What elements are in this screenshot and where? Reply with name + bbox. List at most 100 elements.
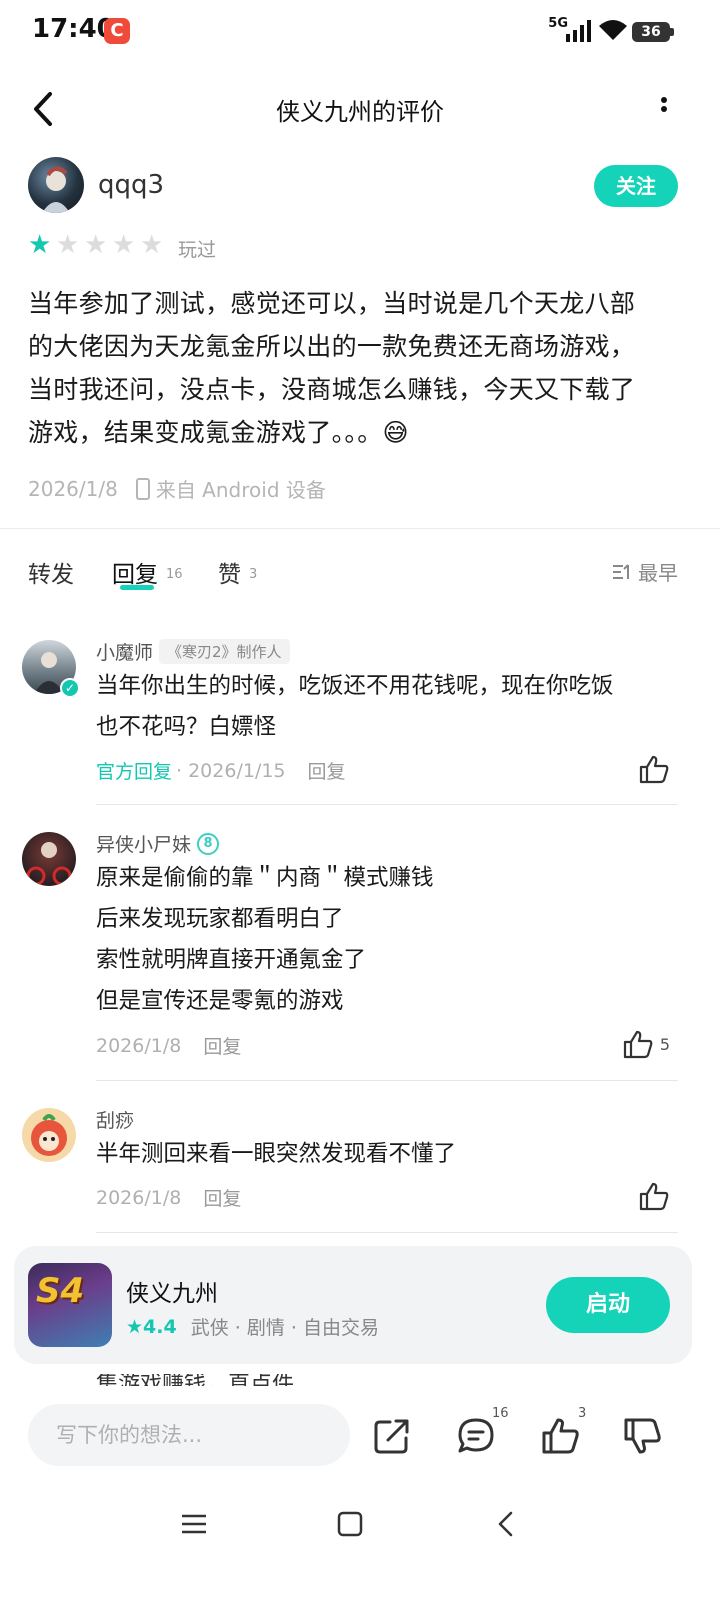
phone-icon (135, 477, 150, 500)
author-avatar[interactable] (28, 157, 84, 213)
comment-meta: 2026/1/8 回复 (96, 1032, 241, 1059)
reply-button[interactable]: 回复 (203, 1184, 241, 1211)
review-line: 的大佬因为天龙氪金所以出的一款免费还无商场游戏， (28, 332, 636, 361)
comment-line: 后来发现玩家都看明白了 (96, 906, 344, 932)
review-line: 当年参加了测试，感觉还可以，当时说是几个天龙八部 (28, 289, 636, 318)
comment-icon[interactable] (456, 1416, 496, 1456)
commenter-name[interactable]: 刮痧 (96, 1106, 134, 1133)
like-count: 5 (659, 1034, 670, 1054)
header: 侠义九州的评价 (0, 72, 720, 146)
battery-tip (670, 28, 674, 36)
like-button[interactable] (638, 1181, 670, 1211)
played-label: 玩过 (178, 239, 217, 261)
divider (96, 1080, 678, 1081)
bottom-action-bar: 写下你的想法... 16 3 (0, 1386, 720, 1486)
tab-like-label: 赞 (218, 562, 241, 588)
commenter-name-row: 异侠小尸妹 8 (96, 830, 220, 857)
game-tags: 武侠 · 剧情 · 自由交易 (190, 1317, 379, 1339)
review-body: 当年参加了测试，感觉还可以，当时说是几个天龙八部 的大佬因为天龙氪金所以出的一款… (28, 282, 688, 454)
sort-label: 最早 (638, 561, 678, 585)
comment-line: 半年测回来看一眼突然发现看不懂了 (96, 1141, 457, 1167)
commenter-name-row: 刮痧 (96, 1106, 134, 1133)
page-title: 侠义九州的评价 (276, 98, 444, 126)
author-name[interactable]: qqq3 (98, 170, 164, 200)
status-bar: 17:40 C 5G 36 (0, 0, 720, 64)
interaction-tabs: 转发 回复 16 赞3 最早 (28, 555, 678, 595)
comment-line: 也不花吗？白嫖怪 (96, 714, 277, 740)
status-time: 17:40 (32, 14, 115, 44)
more-options-icon[interactable] (658, 94, 670, 124)
verified-icon: ✓ (60, 678, 80, 698)
commenter-name-row: 小魔师 《寒刃2》制作人 (96, 638, 290, 665)
system-nav-bar (0, 1490, 720, 1570)
wifi-icon (599, 20, 627, 40)
sort-button[interactable]: 最早 (612, 557, 678, 586)
game-icon[interactable]: S4 (28, 1263, 112, 1347)
comment-body: 当年你出生的时候，吃饭还不用花钱呢，现在你吃饭 也不花吗？白嫖怪 (96, 666, 676, 748)
game-rating: ★4.4 (126, 1315, 177, 1338)
comment-meta: 官方回复 · 2026/1/15 回复 (96, 757, 346, 784)
like-button[interactable]: 5 (622, 1029, 670, 1059)
thumbs-down-icon[interactable] (622, 1416, 662, 1456)
comment-body: 半年测回来看一眼突然发现看不懂了 (96, 1134, 676, 1175)
review-meta: 2026/1/8 来自 Android 设备 (28, 474, 326, 503)
game-info: ★4.4 武侠 · 剧情 · 自由交易 (126, 1313, 379, 1340)
commenter-tag: 《寒刃2》制作人 (159, 639, 290, 664)
tab-like-count: 3 (249, 567, 258, 582)
comment-count: 16 (492, 1406, 509, 1421)
home-icon[interactable] (336, 1510, 364, 1538)
comment-input[interactable]: 写下你的想法... (28, 1404, 350, 1466)
game-name[interactable]: 侠义九州 (126, 1274, 218, 1308)
divider (96, 1232, 678, 1233)
active-tab-indicator (120, 585, 154, 590)
star-icon: ★ (140, 230, 164, 260)
divider (0, 528, 720, 529)
launch-button[interactable]: 启动 (546, 1277, 670, 1333)
tab-like[interactable]: 赞3 (218, 555, 257, 589)
game-card[interactable]: S4 侠义九州 ★4.4 武侠 · 剧情 · 自由交易 启动 (14, 1246, 692, 1364)
app-notification-icon: C (104, 18, 130, 44)
sort-icon (613, 563, 629, 579)
battery-icon: 36 (632, 22, 670, 42)
review-date: 2026/1/8 (28, 476, 118, 501)
divider (96, 804, 678, 805)
reply-button[interactable]: 回复 (308, 757, 346, 784)
comment-body: 原来是偷偷的靠＂内商＂模式赚钱 后来发现玩家都看明白了 索性就明牌直接开通氪金了… (96, 858, 676, 1022)
thumbs-up-icon (623, 1030, 653, 1059)
like-button[interactable] (638, 754, 670, 784)
game-logo-text: S4 (36, 1271, 85, 1311)
review-line: 游戏，结果变成氪金游戏了。。。😅 (28, 418, 409, 447)
thumbs-up-icon (639, 1182, 669, 1211)
level-badge: 8 (197, 832, 220, 855)
comment-line: 但是宣传还是零氪的游戏 (96, 988, 344, 1014)
official-reply-label: 官方回复 (96, 761, 173, 783)
back-icon[interactable] (492, 1510, 520, 1538)
comment-date: 2026/1/8 (96, 1186, 182, 1209)
star-icon: ★ (28, 230, 52, 260)
commenter-avatar[interactable] (22, 832, 76, 886)
menu-icon[interactable] (180, 1510, 208, 1538)
next-comment-peek: 集游戏赚钱，直点件 (96, 1374, 676, 1386)
star-icon: ★ (84, 230, 108, 260)
tab-reply-count: 16 (166, 567, 183, 582)
comment-date: 2026/1/8 (96, 1034, 182, 1057)
thumbs-up-icon[interactable] (540, 1416, 580, 1456)
comment-line: 原来是偷偷的靠＂内商＂模式赚钱 (96, 865, 434, 891)
commenter-name[interactable]: 异侠小尸妹 (96, 830, 191, 857)
commenter-name[interactable]: 小魔师 (96, 638, 153, 665)
review-line: 当时我还问，没点卡，没商城怎么赚钱，今天又下载了 (28, 375, 636, 404)
reply-button[interactable]: 回复 (203, 1032, 241, 1059)
comment-line: 当年你出生的时候，吃饭还不用花钱呢，现在你吃饭 (96, 673, 614, 699)
review-device: 来自 Android 设备 (155, 478, 326, 502)
share-icon[interactable] (372, 1416, 412, 1456)
commenter-avatar[interactable] (22, 1108, 76, 1162)
star-icon: ★ (56, 230, 80, 260)
tab-reply[interactable]: 回复 16 (112, 555, 183, 589)
rating-stars: ★ ★ ★ ★ ★ (28, 230, 168, 261)
signal-icon (566, 20, 591, 42)
comment-date: · 2026/1/15 (176, 759, 286, 782)
comment-meta: 2026/1/8 回复 (96, 1184, 241, 1211)
comment-line: 索性就明牌直接开通氪金了 (96, 947, 367, 973)
follow-button[interactable]: 关注 (594, 165, 678, 207)
tab-repost[interactable]: 转发 (28, 555, 74, 589)
